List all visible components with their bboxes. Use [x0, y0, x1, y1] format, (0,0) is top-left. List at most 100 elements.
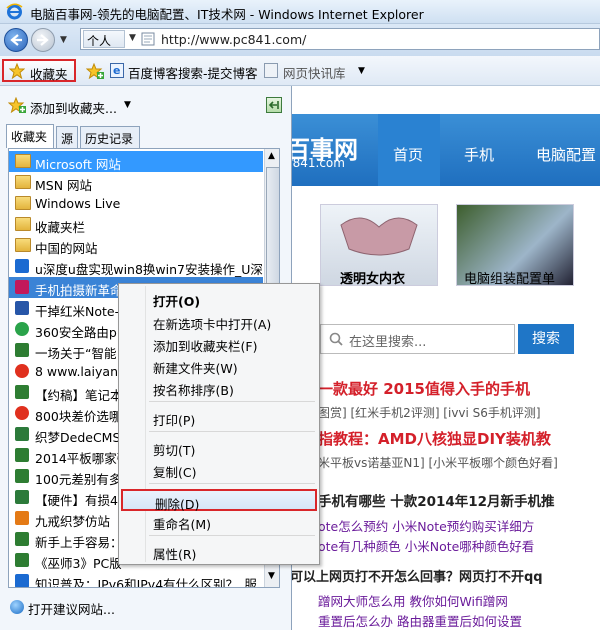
menu-item-label: 在新选项卡中打开(A) [153, 317, 272, 332]
favorite-item-label: 【约稿】笔记本 [35, 388, 123, 403]
favorite-item-label: 800块差价选哪 [35, 409, 122, 424]
open-suggested-label: 打开建议网站... [28, 602, 115, 617]
favorite-item[interactable]: Windows Live [9, 193, 263, 214]
window-title: 电脑百事网-领先的电脑配置、IT技术网 - Windows Internet E… [30, 7, 424, 22]
menu-separator [149, 535, 315, 536]
menu-item[interactable]: 剪切(T) [121, 437, 317, 459]
back-arrow-icon [10, 34, 22, 46]
favorite-item[interactable]: 知识普及：IPv6和IPv4有什么区别？_服... [9, 571, 263, 587]
title-bar: 电脑百事网-领先的电脑配置、IT技术网 - Windows Internet E… [0, 0, 600, 24]
article-link[interactable]: ote怎么预约 小米Note预约购买详细方 [318, 516, 534, 535]
nine-icon [15, 511, 29, 525]
favorite-item-label: 织梦DedeCMS [35, 430, 121, 445]
chevron-down-icon[interactable]: ▼ [129, 33, 136, 43]
favorite-item-label: Windows Live [35, 196, 121, 211]
url-text[interactable]: http://www.pc841.com/ [161, 32, 306, 47]
site-search-button[interactable]: 搜索 [518, 324, 574, 354]
z-icon [15, 343, 29, 357]
heart-icon [15, 280, 29, 294]
z-icon [15, 553, 29, 567]
article-link[interactable]: 重置后怎么办 路由器重置后如何设置 [318, 611, 522, 630]
nav-pc-config[interactable]: 电脑配置 [536, 144, 596, 165]
menu-item-label: 剪切(T) [153, 443, 196, 458]
menu-item[interactable]: 添加到收藏夹栏(F) [121, 333, 317, 355]
address-bar[interactable]: 个人 ▼ http://www.pc841.com/ [80, 28, 600, 50]
sub-links[interactable]: 图赏] [红米手机2评测] [ivvi S6手机评测] [318, 404, 541, 421]
menu-item-label: 新建文件夹(W) [153, 361, 238, 376]
favorites-bar: 收藏夹 e 百度博客搜索-提交博客 网页快讯库 ▼ [0, 56, 600, 86]
z-icon [15, 469, 29, 483]
favorite-item-label: 九戒织梦仿站 [35, 514, 111, 529]
favorite-item-label: 360安全路由p1 [35, 325, 125, 340]
favorite-item[interactable]: 收藏夹栏 [9, 214, 263, 235]
menu-item[interactable]: 新建文件夹(W) [121, 355, 317, 377]
menu-item[interactable]: 重命名(M) [121, 511, 317, 533]
nav-home[interactable]: 首页 [393, 144, 423, 165]
favbar-item-webslice[interactable]: 网页快讯库 [283, 63, 346, 82]
menu-item-label: 按名称排序(B) [153, 383, 234, 398]
pin-arrow-icon [268, 101, 279, 109]
headline[interactable]: 一款最好 2015值得入手的手机 [318, 378, 530, 399]
headline[interactable]: 可以上网页打不开怎么回事？网页打不开qq [290, 566, 543, 585]
ie-page-icon [15, 574, 29, 587]
menu-item-label: 打印(P) [153, 413, 196, 428]
menu-item[interactable]: 删除(D) [121, 489, 317, 512]
scroll-down-icon[interactable]: ▼ [268, 571, 275, 581]
headline[interactable]: 指教程：AMD八核独显DIY装机教 [318, 428, 551, 449]
tab-favorites[interactable]: 收藏夹 [6, 124, 54, 148]
back-button[interactable] [4, 28, 28, 52]
site-logo-domain: c841.com [286, 156, 345, 170]
address-row: ▼ 个人 ▼ http://www.pc841.com/ [0, 24, 600, 56]
nav-phone[interactable]: 手机 [464, 144, 494, 165]
chevron-down-icon[interactable]: ▼ [124, 100, 131, 110]
article-link[interactable]: 蹭网大师怎么用 教你如何Wifi蹭网 [318, 591, 508, 610]
menu-item[interactable]: 打印(P) [121, 407, 317, 429]
menu-item[interactable]: 按名称排序(B) [121, 377, 317, 399]
menu-separator [149, 483, 315, 484]
headline[interactable]: 手机有哪些 十款2014年12月新手机推 [318, 490, 555, 510]
favorite-item-label: 《巫师3》PC版 [35, 556, 122, 571]
web-slice-icon [264, 63, 278, 78]
favorite-item[interactable]: Microsoft 网站 [9, 151, 263, 172]
tab-history[interactable]: 历史记录 [80, 126, 140, 148]
pin-panel-icon[interactable] [266, 97, 282, 113]
history-dropdown-icon[interactable]: ▼ [60, 35, 67, 45]
favorite-item-label: 【硬件】有损4 [35, 493, 118, 508]
forward-button[interactable] [31, 28, 55, 52]
menu-separator [149, 401, 315, 402]
tab-feeds[interactable]: 源 [56, 126, 78, 148]
menu-item[interactable]: 复制(C) [121, 459, 317, 481]
add-favorite-star-icon [8, 97, 26, 113]
favorite-item-label: 2014平板哪家强 [35, 451, 130, 466]
menu-separator [149, 431, 315, 432]
favorites-button-label: 收藏夹 [30, 67, 68, 82]
favbar-item-baidu[interactable]: 百度博客搜索-提交博客 [128, 63, 258, 82]
menu-item-label: 复制(C) [153, 465, 197, 480]
z-icon [15, 448, 29, 462]
scroll-thumb[interactable] [266, 167, 279, 287]
menu-item[interactable]: 属性(R) [121, 541, 317, 563]
folder-icon [15, 217, 31, 231]
context-menu: 打开(O) 在新选项卡中打开(A) 添加到收藏夹栏(F) 新建文件夹(W) 按名称排序(… [118, 283, 320, 565]
favorite-item-label: 新手上手容易： [35, 535, 123, 550]
favorite-item[interactable]: MSN 网站 [9, 172, 263, 193]
favorites-button[interactable]: 收藏夹 [2, 59, 76, 82]
z-icon [15, 532, 29, 546]
profile-tag[interactable]: 个人 [83, 30, 125, 48]
sub-links[interactable]: 米平板vs诺基亚N1] [小米平板哪个颜色好看] [318, 454, 558, 471]
favorite-item-label: 8 www.laiyang [35, 364, 126, 379]
favorite-item[interactable]: 中国的网站 [9, 235, 263, 256]
add-favorite-star-icon[interactable] [86, 63, 104, 79]
add-to-favorites-label: 添加到收藏夹... [30, 101, 117, 116]
card-caption[interactable]: 电脑组装配置单 [464, 268, 555, 287]
chevron-down-icon[interactable]: ▼ [358, 66, 365, 76]
article-link[interactable]: ote有几种颜色 小米Note哪种颜色好看 [318, 536, 534, 555]
scroll-up-icon[interactable]: ▲ [268, 151, 275, 161]
favorite-item-label: 收藏夹栏 [35, 220, 86, 235]
card-caption[interactable]: 透明女内衣 [340, 268, 405, 287]
favorite-item[interactable]: u深度u盘实现win8换win7安装操作_U深... [9, 256, 263, 277]
site-search-input[interactable]: 在这里搜索... [320, 324, 515, 354]
menu-item[interactable]: 打开(O) [121, 288, 317, 310]
folder-icon [15, 175, 31, 189]
menu-item[interactable]: 在新选项卡中打开(A) [121, 311, 317, 333]
